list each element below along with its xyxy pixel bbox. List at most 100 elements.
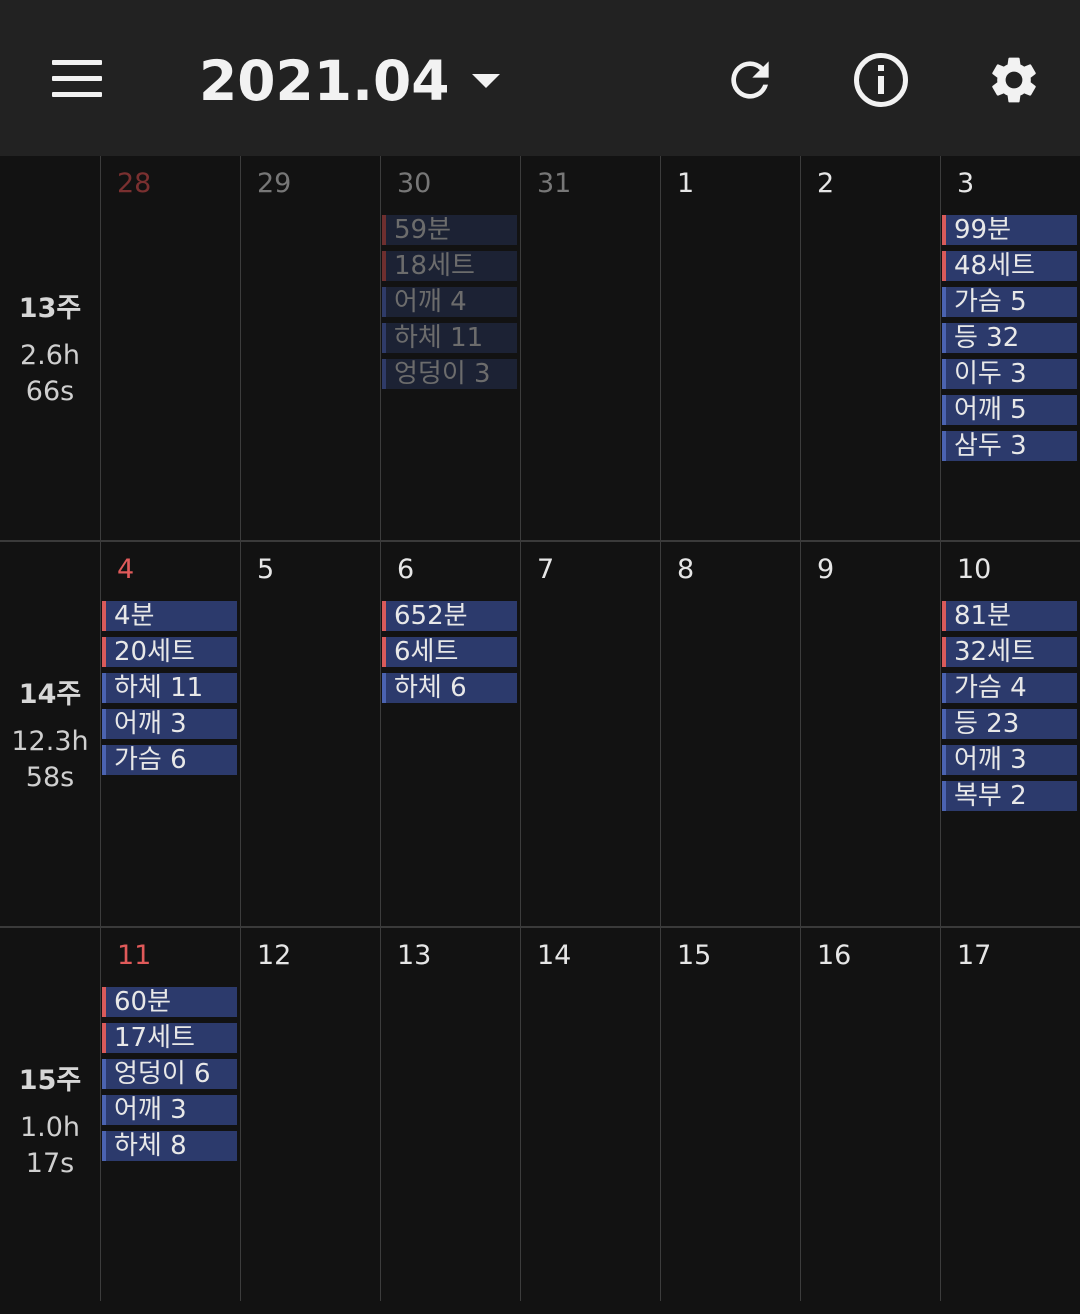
week-row: 13주 2.6h 66s 28 29 30 59분 18세트 어깨 4 하체 11 엉덩이 3 31 1… <box>0 156 1080 542</box>
day-cell[interactable]: 16 <box>800 928 940 1314</box>
week-row: 14주 12.3h 58s 4 4분 20세트하체 11 어깨 3 가슴 6 5 6 652분 6세트… <box>0 542 1080 928</box>
top-app-bar: 2021.04 <box>0 0 1080 156</box>
week-rest-seconds: 17s <box>25 1148 75 1179</box>
day-number: 5 <box>257 554 275 585</box>
workout-summary-list: 60분 17세트엉덩이 6 어깨 3 하체 8 <box>102 987 237 1167</box>
muscle-group-chip[interactable]: 이두 3 <box>942 359 1077 389</box>
day-number: 8 <box>677 554 695 585</box>
workout-total-chip[interactable]: 18세트 <box>382 251 517 281</box>
day-number: 3 <box>957 168 975 199</box>
muscle-group-chip[interactable]: 가슴 4 <box>942 673 1077 703</box>
settings-icon[interactable] <box>986 52 1042 108</box>
month-title: 2021.04 <box>199 49 450 113</box>
week-row: 15주 1.0h 17s 11 60분 17세트엉덩이 6 어깨 3 하체 8 12 13 14 15… <box>0 928 1080 1314</box>
muscle-group-chip[interactable]: 어깨 4 <box>382 287 517 317</box>
week-rest-seconds: 58s <box>25 762 75 793</box>
workout-total-chip[interactable]: 60분 <box>102 987 237 1017</box>
muscle-group-chip[interactable]: 등 23 <box>942 709 1077 739</box>
day-number: 30 <box>397 168 432 199</box>
muscle-group-chip[interactable]: 엉덩이 6 <box>102 1059 237 1089</box>
muscle-group-chip[interactable]: 하체 11 <box>102 673 237 703</box>
week-summary[interactable]: 13주 2.6h 66s <box>0 156 100 542</box>
muscle-group-chip[interactable]: 복부 2 <box>942 781 1077 811</box>
day-cell[interactable]: 30 59분 18세트어깨 4 하체 11 엉덩이 3 <box>380 156 520 542</box>
day-number: 31 <box>537 168 572 199</box>
workout-total-chip[interactable]: 4분 <box>102 601 237 631</box>
workout-summary-list: 4분 20세트하체 11 어깨 3 가슴 6 <box>102 601 237 781</box>
day-cell[interactable]: 13 <box>380 928 520 1314</box>
day-number: 11 <box>117 940 152 971</box>
muscle-group-chip[interactable]: 엉덩이 3 <box>382 359 517 389</box>
day-cell[interactable]: 10 81분 32세트가슴 4 등 23 어깨 3 복부 2 <box>940 542 1080 928</box>
refresh-icon[interactable] <box>722 52 778 108</box>
day-number: 29 <box>257 168 292 199</box>
day-cell[interactable]: 12 <box>240 928 380 1314</box>
muscle-group-chip[interactable]: 어깨 3 <box>102 1095 237 1125</box>
muscle-group-chip[interactable]: 하체 6 <box>382 673 517 703</box>
day-cell[interactable]: 3 99분 48세트가슴 5 등 32 이두 3 어깨 5 삼두 3 <box>940 156 1080 542</box>
workout-summary-list: 652분 6세트하체 6 <box>382 601 517 709</box>
muscle-group-chip[interactable]: 어깨 3 <box>942 745 1077 775</box>
info-icon[interactable] <box>853 52 909 108</box>
muscle-group-chip[interactable]: 어깨 3 <box>102 709 237 739</box>
week-number: 15주 <box>18 1065 82 1096</box>
day-number: 12 <box>257 940 292 971</box>
day-number: 14 <box>537 940 572 971</box>
muscle-group-chip[interactable]: 하체 11 <box>382 323 517 353</box>
day-cell[interactable]: 2 <box>800 156 940 542</box>
week-number: 14주 <box>18 679 82 710</box>
workout-summary-list: 99분 48세트가슴 5 등 32 이두 3 어깨 5 삼두 3 <box>942 215 1077 467</box>
day-number: 28 <box>117 168 152 199</box>
day-cell[interactable]: 6 652분 6세트하체 6 <box>380 542 520 928</box>
month-selector[interactable]: 2021.04 <box>199 46 500 116</box>
day-number: 4 <box>117 554 135 585</box>
day-number: 7 <box>537 554 555 585</box>
day-number: 10 <box>957 554 992 585</box>
menu-icon[interactable] <box>52 60 104 98</box>
workout-total-chip[interactable]: 6세트 <box>382 637 517 667</box>
workout-total-chip[interactable]: 99분 <box>942 215 1077 245</box>
week-hours: 12.3h <box>11 726 89 757</box>
muscle-group-chip[interactable]: 하체 8 <box>102 1131 237 1161</box>
week-hours: 2.6h <box>19 340 81 371</box>
day-cell[interactable]: 15 <box>660 928 800 1314</box>
day-cell[interactable]: 14 <box>520 928 660 1314</box>
day-number: 15 <box>677 940 712 971</box>
day-cell[interactable]: 29 <box>240 156 380 542</box>
muscle-group-chip[interactable]: 가슴 6 <box>102 745 237 775</box>
muscle-group-chip[interactable]: 삼두 3 <box>942 431 1077 461</box>
week-summary[interactable]: 15주 1.0h 17s <box>0 928 100 1314</box>
day-number: 1 <box>677 168 695 199</box>
workout-total-chip[interactable]: 17세트 <box>102 1023 237 1053</box>
day-cell[interactable]: 11 60분 17세트엉덩이 6 어깨 3 하체 8 <box>100 928 240 1314</box>
day-cell[interactable]: 4 4분 20세트하체 11 어깨 3 가슴 6 <box>100 542 240 928</box>
workout-total-chip[interactable]: 48세트 <box>942 251 1077 281</box>
day-cell[interactable]: 9 <box>800 542 940 928</box>
workout-total-chip[interactable]: 81분 <box>942 601 1077 631</box>
chevron-down-icon <box>471 74 500 88</box>
day-number: 13 <box>397 940 432 971</box>
day-number: 6 <box>397 554 415 585</box>
workout-summary-list: 59분 18세트어깨 4 하체 11 엉덩이 3 <box>382 215 517 395</box>
muscle-group-chip[interactable]: 어깨 5 <box>942 395 1077 425</box>
day-cell[interactable]: 8 <box>660 542 800 928</box>
workout-total-chip[interactable]: 20세트 <box>102 637 237 667</box>
day-cell[interactable]: 17 <box>940 928 1080 1314</box>
day-cell[interactable]: 1 <box>660 156 800 542</box>
week-summary[interactable]: 14주 12.3h 58s <box>0 542 100 928</box>
day-cell[interactable]: 31 <box>520 156 660 542</box>
week-hours: 1.0h <box>19 1112 81 1143</box>
day-number: 9 <box>817 554 835 585</box>
workout-total-chip[interactable]: 652분 <box>382 601 517 631</box>
muscle-group-chip[interactable]: 등 32 <box>942 323 1077 353</box>
week-rest-seconds: 66s <box>25 376 75 407</box>
day-number: 16 <box>817 940 852 971</box>
day-cell[interactable]: 28 <box>100 156 240 542</box>
day-cell[interactable]: 5 <box>240 542 380 928</box>
workout-total-chip[interactable]: 59분 <box>382 215 517 245</box>
day-number: 17 <box>957 940 992 971</box>
week-number: 13주 <box>18 293 82 324</box>
workout-total-chip[interactable]: 32세트 <box>942 637 1077 667</box>
day-cell[interactable]: 7 <box>520 542 660 928</box>
muscle-group-chip[interactable]: 가슴 5 <box>942 287 1077 317</box>
